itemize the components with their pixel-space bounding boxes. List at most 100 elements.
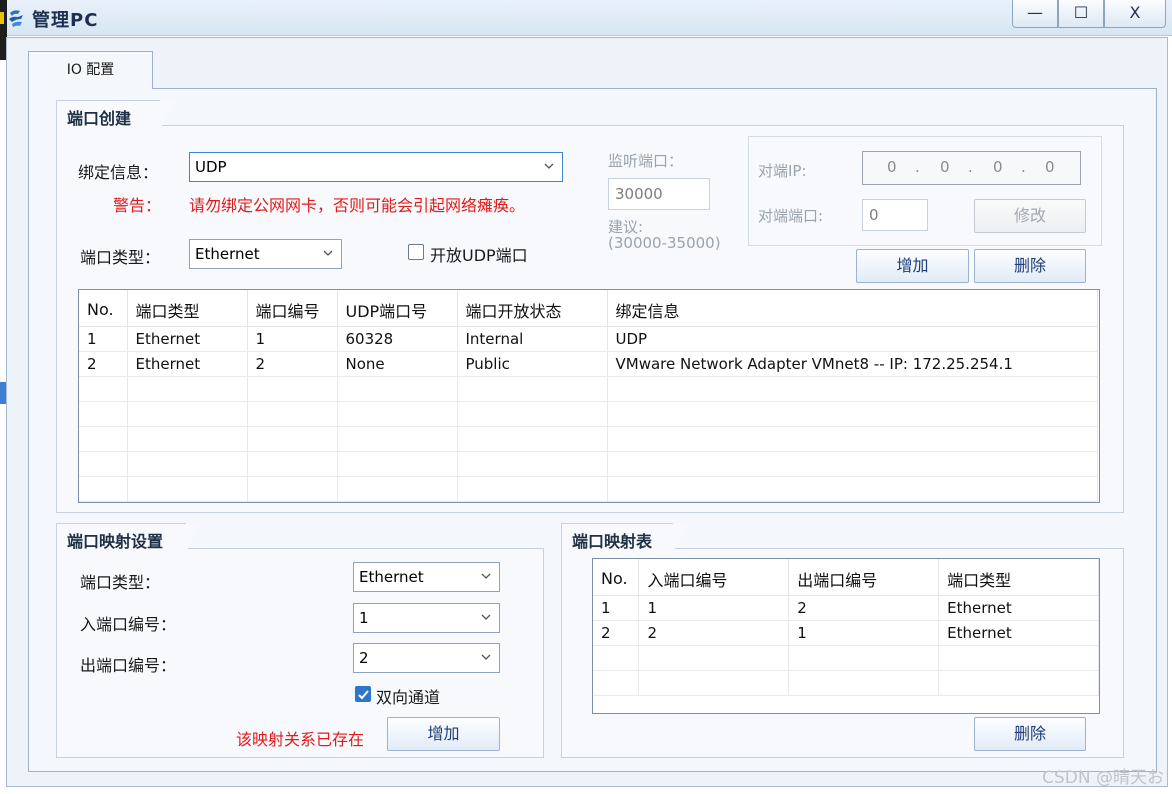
mapping-table-grid: No. 入端口编号 出端口编号 端口类型 1 1 2 Ethernet 2 2 … bbox=[593, 559, 1099, 696]
binding-value: UDP bbox=[195, 158, 227, 176]
in-port-label: 入端口编号： bbox=[80, 615, 177, 634]
cell-binding: UDP bbox=[607, 326, 1098, 352]
tab-io-config[interactable]: IO 配置 bbox=[28, 51, 153, 89]
maximize-icon: ☐ bbox=[1073, 3, 1089, 22]
table-row[interactable]: 1 Ethernet 1 60328 Internal UDP bbox=[79, 326, 1098, 352]
peer-ip-octet-2: 0 bbox=[940, 158, 950, 176]
empty-row bbox=[79, 426, 1098, 452]
cell-udp-port: 60328 bbox=[337, 326, 458, 352]
cell-port-type: Ethernet bbox=[127, 326, 248, 352]
column-header-out-port[interactable]: 出端口编号 bbox=[788, 559, 940, 596]
cell-port-number: 2 bbox=[247, 351, 338, 377]
cell-no: 2 bbox=[79, 351, 128, 377]
in-port-value: 1 bbox=[359, 609, 369, 627]
title-bar: 管理PC — ☐ X bbox=[0, 0, 1172, 36]
cell-port-number: 1 bbox=[247, 326, 338, 352]
modify-button[interactable]: 修改 bbox=[974, 199, 1086, 233]
column-header-port-number[interactable]: 端口编号 bbox=[247, 290, 338, 327]
peer-port-label: 对端端口: bbox=[758, 207, 824, 225]
watermark: CSDN @晴天お bbox=[1042, 768, 1164, 788]
minimize-icon: — bbox=[1027, 3, 1043, 22]
mapping-delete-button[interactable]: 删除 bbox=[974, 717, 1086, 751]
column-header-no[interactable]: No. bbox=[79, 290, 128, 327]
cell-no: 2 bbox=[593, 620, 640, 646]
column-header-udp-port[interactable]: UDP端口号 bbox=[337, 290, 458, 327]
port-delete-button[interactable]: 删除 bbox=[974, 249, 1086, 283]
window-title: 管理PC bbox=[32, 10, 99, 31]
cell-udp-port: None bbox=[337, 351, 458, 377]
mapping-port-type-label: 端口类型： bbox=[80, 573, 161, 592]
maximize-button[interactable]: ☐ bbox=[1058, 0, 1104, 28]
empty-row bbox=[79, 451, 1098, 477]
chevron-down-icon bbox=[544, 163, 554, 169]
mapping-exists-warning: 该映射关系已存在 bbox=[236, 730, 365, 749]
peer-ip-input[interactable]: 0 . 0 . 0 . 0 bbox=[862, 151, 1081, 185]
cell-binding: VMware Network Adapter VMnet8 -- IP: 172… bbox=[607, 351, 1098, 377]
column-header-in-port[interactable]: 入端口编号 bbox=[638, 559, 790, 596]
cell-port-type: Ethernet bbox=[938, 620, 1099, 646]
column-header-port-type[interactable]: 端口类型 bbox=[938, 559, 1099, 596]
port-add-button[interactable]: 增加 bbox=[856, 249, 969, 283]
column-header-binding[interactable]: 绑定信息 bbox=[607, 290, 1098, 327]
cell-open-state: Internal bbox=[457, 326, 608, 352]
peer-ip-octet-3: 0 bbox=[993, 158, 1003, 176]
peer-ip-dot-1: . bbox=[915, 158, 920, 176]
open-udp-checkbox[interactable] bbox=[408, 244, 424, 260]
table-row[interactable]: 2 2 1 Ethernet bbox=[593, 620, 1099, 646]
checkmark-icon bbox=[358, 690, 369, 700]
table-row[interactable]: 1 1 2 Ethernet bbox=[593, 595, 1099, 621]
cell-in-port: 2 bbox=[638, 620, 790, 646]
port-table-grid: No. 端口类型 端口编号 UDP端口号 端口开放状态 绑定信息 1 Ether… bbox=[79, 290, 1098, 502]
peer-ip-octet-1: 0 bbox=[887, 158, 897, 176]
column-header-open-state[interactable]: 端口开放状态 bbox=[457, 290, 608, 327]
peer-port-input[interactable]: 0 bbox=[862, 199, 928, 231]
port-type-select[interactable]: Ethernet bbox=[189, 239, 342, 269]
column-header-port-type[interactable]: 端口类型 bbox=[127, 290, 248, 327]
cell-no: 1 bbox=[79, 326, 128, 352]
peer-ip-dot-2: . bbox=[968, 158, 973, 176]
chevron-down-icon bbox=[481, 654, 491, 660]
binding-label: 绑定信息： bbox=[78, 163, 159, 182]
minimize-button[interactable]: — bbox=[1012, 0, 1058, 28]
in-port-select[interactable]: 1 bbox=[353, 603, 500, 633]
empty-row bbox=[79, 476, 1098, 502]
mapping-port-type-value: Ethernet bbox=[359, 568, 424, 586]
bidirectional-label: 双向通道 bbox=[376, 688, 441, 707]
bidirectional-checkbox[interactable] bbox=[355, 686, 371, 702]
table-header-row: No. 端口类型 端口编号 UDP端口号 端口开放状态 绑定信息 bbox=[79, 290, 1098, 327]
port-type-label: 端口类型： bbox=[80, 248, 161, 267]
mapping-port-type-select[interactable]: Ethernet bbox=[353, 562, 500, 592]
port-table[interactable]: No. 端口类型 端口编号 UDP端口号 端口开放状态 绑定信息 1 Ether… bbox=[78, 289, 1100, 503]
peer-ip-label: 对端IP: bbox=[758, 162, 807, 180]
open-udp-label: 开放UDP端口 bbox=[430, 246, 528, 265]
out-port-select[interactable]: 2 bbox=[353, 643, 500, 673]
close-icon: X bbox=[1129, 3, 1141, 22]
listen-port-label: 监听端口： bbox=[608, 152, 684, 170]
cell-open-state: Public bbox=[457, 351, 608, 377]
suggest-range: (30000-35000) bbox=[608, 234, 721, 252]
port-type-value: Ethernet bbox=[195, 245, 260, 263]
chevron-down-icon bbox=[481, 573, 491, 579]
cell-out-port: 1 bbox=[788, 620, 940, 646]
mapping-table-title: 端口映射表 bbox=[561, 523, 689, 552]
port-create-title: 端口创建 bbox=[56, 100, 176, 129]
empty-row bbox=[79, 401, 1098, 427]
table-row[interactable]: 2 Ethernet 2 None Public VMware Network … bbox=[79, 351, 1098, 377]
peer-ip-octet-4: 0 bbox=[1045, 158, 1055, 176]
port-mapping-title: 端口映射设置 bbox=[56, 523, 202, 552]
cell-port-type: Ethernet bbox=[127, 351, 248, 377]
empty-row bbox=[593, 670, 1099, 696]
column-header-no[interactable]: No. bbox=[593, 559, 640, 596]
background-edge-highlight bbox=[0, 12, 4, 24]
peer-ip-dot-3: . bbox=[1021, 158, 1026, 176]
mapping-add-button[interactable]: 增加 bbox=[387, 717, 500, 751]
chevron-down-icon bbox=[481, 614, 491, 620]
close-button[interactable]: X bbox=[1104, 0, 1166, 28]
binding-select[interactable]: UDP bbox=[189, 152, 563, 182]
listen-port-input[interactable]: 30000 bbox=[608, 178, 710, 210]
app-icon bbox=[9, 10, 23, 27]
warning-label: 警告： bbox=[113, 196, 162, 215]
table-header-row: No. 入端口编号 出端口编号 端口类型 bbox=[593, 559, 1099, 596]
mapping-table[interactable]: No. 入端口编号 出端口编号 端口类型 1 1 2 Ethernet 2 2 … bbox=[592, 558, 1100, 714]
warning-text: 请勿绑定公网网卡，否则可能会引起网络瘫痪。 bbox=[189, 196, 526, 215]
